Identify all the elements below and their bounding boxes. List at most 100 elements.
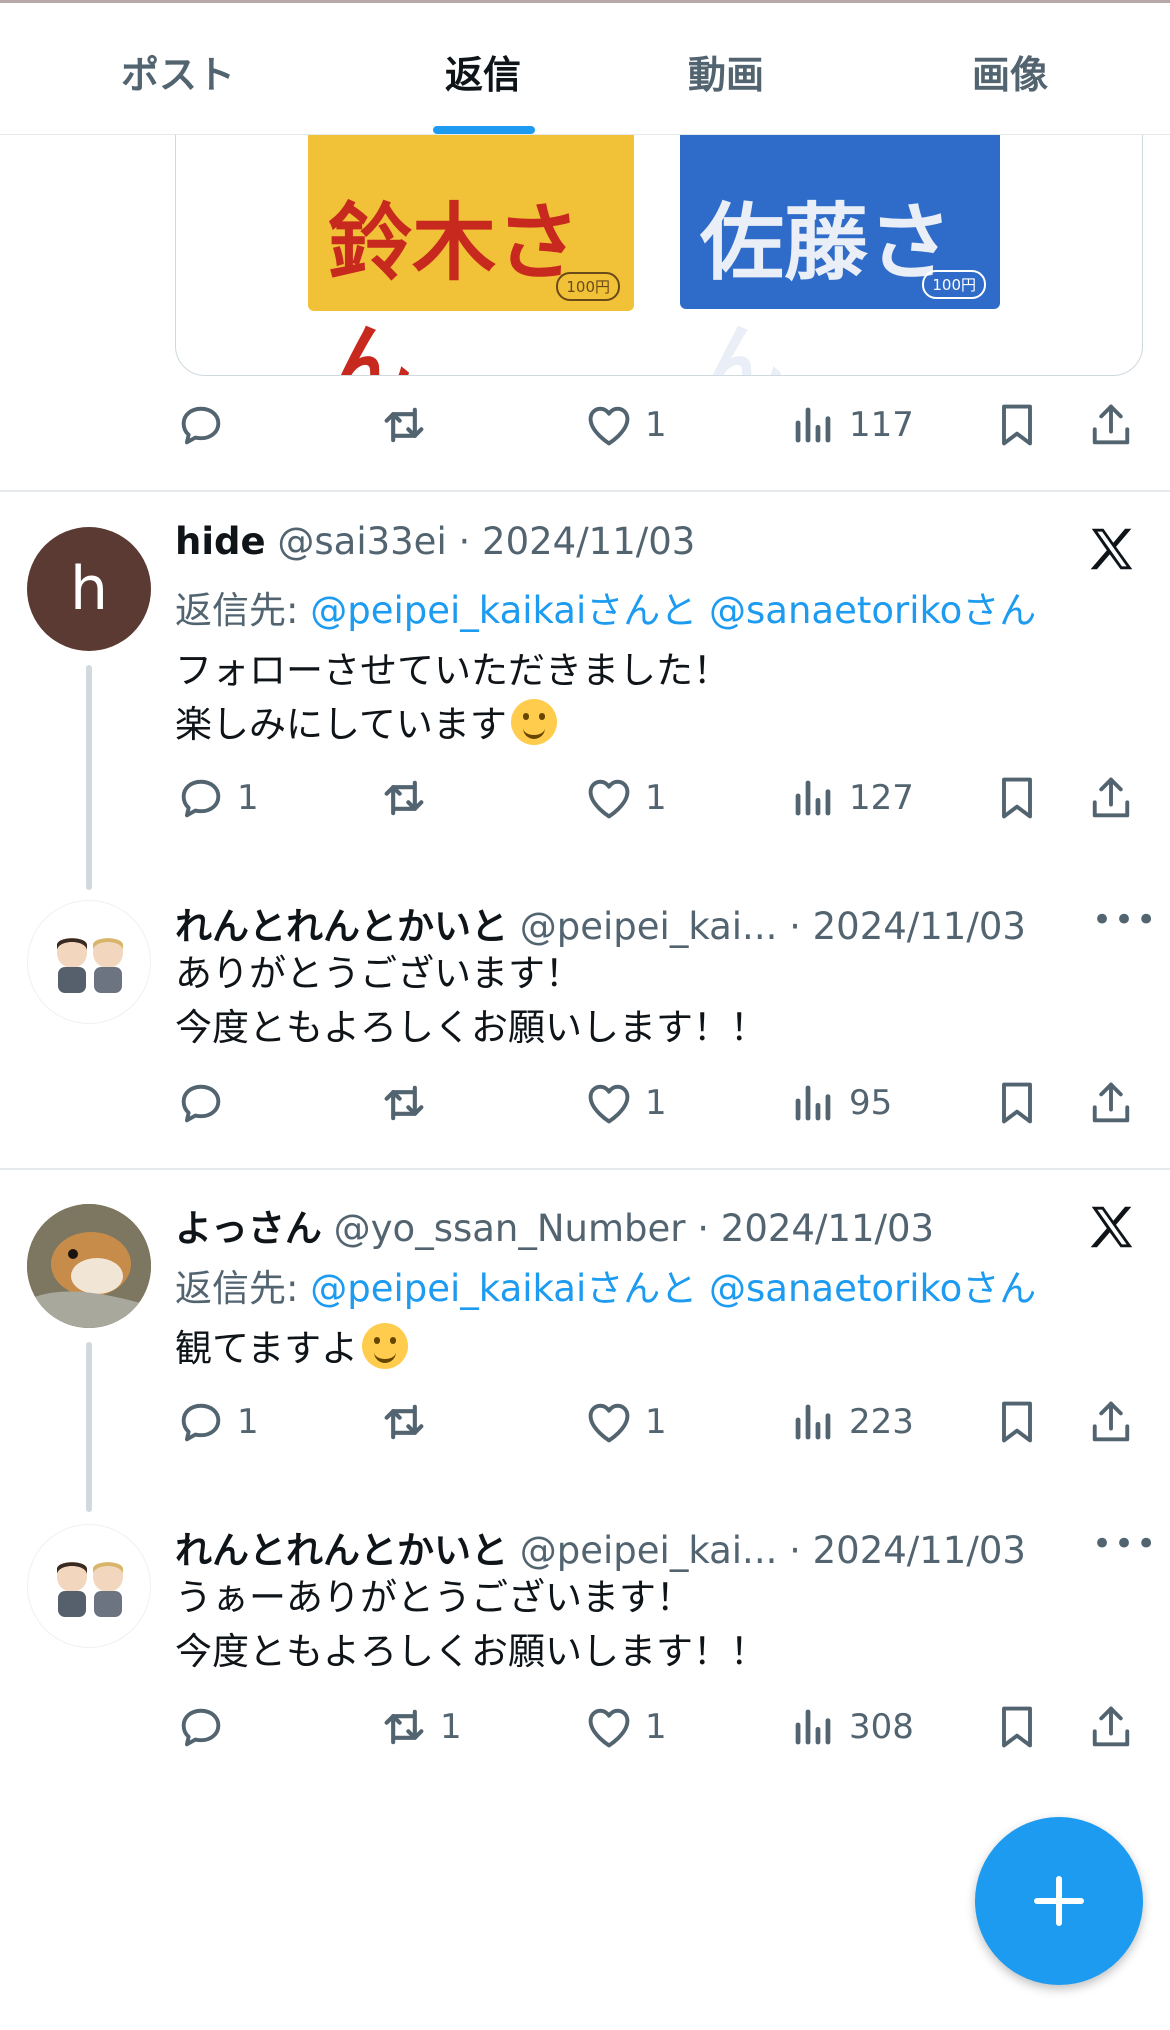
views-count: 127 bbox=[849, 778, 914, 818]
views-button[interactable]: 223 bbox=[787, 1392, 914, 1452]
repost-button[interactable] bbox=[378, 1073, 430, 1133]
two-kids-avatar-icon bbox=[57, 938, 123, 993]
views-button[interactable]: 127 bbox=[787, 768, 914, 828]
post-text: フォローさせていただきました！ 楽しみにしています bbox=[175, 649, 730, 746]
tab-posts[interactable]: ポスト bbox=[121, 44, 235, 99]
post-date[interactable]: 2024/11/03 bbox=[813, 905, 1026, 948]
bookmark-button[interactable] bbox=[991, 1073, 1043, 1133]
reply-button[interactable]: 1 bbox=[175, 768, 259, 828]
hamster-avatar-icon bbox=[27, 1204, 151, 1328]
bookmark-button[interactable] bbox=[991, 395, 1043, 455]
reply-button[interactable] bbox=[175, 1697, 227, 1757]
post-date[interactable]: 2024/11/03 bbox=[482, 520, 695, 563]
views-button[interactable]: 117 bbox=[787, 395, 914, 455]
more-options-button[interactable]: ••• bbox=[1092, 1524, 1158, 1564]
top-edge-line bbox=[0, 0, 1170, 3]
share-button[interactable] bbox=[1085, 1073, 1137, 1133]
share-button[interactable] bbox=[1085, 1697, 1137, 1757]
thread-line bbox=[86, 665, 92, 890]
post-text: うぁーありがとうございます！ 今度ともよろしくお願いします！！ bbox=[175, 1576, 767, 1673]
bookmark-icon bbox=[991, 1396, 1043, 1448]
display-name[interactable]: れんとれんとかいと bbox=[175, 905, 508, 948]
share-icon bbox=[1085, 772, 1137, 824]
reply-icon bbox=[175, 1077, 227, 1129]
heart-icon bbox=[583, 1701, 635, 1753]
display-name[interactable]: hide bbox=[175, 520, 266, 563]
reply-button[interactable] bbox=[175, 395, 227, 455]
views-button[interactable]: 95 bbox=[787, 1073, 892, 1133]
like-button[interactable]: 1 bbox=[583, 395, 667, 455]
post-text: ありがとうございます！ 今度ともよろしくお願いします！！ bbox=[175, 952, 767, 1049]
like-button[interactable]: 1 bbox=[583, 1697, 667, 1757]
post-header: れんとれんとかいと @peipei_kai... · 2024/11/03 bbox=[175, 1529, 1026, 1572]
views-count: 117 bbox=[849, 405, 914, 445]
avatar[interactable] bbox=[27, 1204, 151, 1328]
avatar[interactable] bbox=[27, 1524, 151, 1648]
share-icon bbox=[1085, 1701, 1137, 1753]
bookmark-button[interactable] bbox=[991, 768, 1043, 828]
user-handle[interactable]: @sai33ei bbox=[277, 520, 446, 563]
bookmark-icon bbox=[991, 1701, 1043, 1753]
user-handle[interactable]: @peipei_kai... bbox=[520, 905, 778, 948]
repost-icon bbox=[378, 1077, 430, 1129]
repost-icon bbox=[378, 772, 430, 824]
display-name[interactable]: れんとれんとかいと bbox=[175, 1529, 508, 1572]
mention-link[interactable]: @sanaetoriko bbox=[709, 1267, 962, 1310]
views-button[interactable]: 308 bbox=[787, 1697, 914, 1757]
x-logo-icon bbox=[1085, 522, 1139, 576]
post-date[interactable]: 2024/11/03 bbox=[721, 1207, 934, 1250]
reply-icon bbox=[175, 772, 227, 824]
compose-button[interactable] bbox=[975, 1817, 1143, 1985]
post-header: よっさん @yo_ssan_Number · 2024/11/03 bbox=[175, 1207, 935, 1250]
smiling-face-emoji bbox=[510, 699, 557, 745]
post-actions: 1 1 308 bbox=[175, 1697, 1145, 1757]
repost-button[interactable]: 1 bbox=[378, 1697, 462, 1757]
share-button[interactable] bbox=[1085, 1392, 1137, 1452]
views-icon bbox=[787, 772, 839, 824]
user-handle[interactable]: @yo_ssan_Number bbox=[334, 1207, 686, 1250]
tab-videos[interactable]: 動画 bbox=[688, 44, 764, 99]
mention-link[interactable]: @peipei_kaikai bbox=[310, 589, 586, 632]
like-button[interactable]: 1 bbox=[583, 1392, 667, 1452]
profile-tab-bar: ポスト 返信 動画 画像 bbox=[0, 0, 1170, 135]
repost-button[interactable] bbox=[378, 768, 430, 828]
reply-button[interactable] bbox=[175, 1073, 227, 1133]
repost-icon bbox=[378, 1396, 430, 1448]
suzuki-price-tag: 100円 bbox=[556, 272, 620, 301]
repost-button[interactable] bbox=[378, 395, 430, 455]
avatar[interactable] bbox=[27, 900, 151, 1024]
reply-icon bbox=[175, 1396, 227, 1448]
heart-icon bbox=[583, 1396, 635, 1448]
share-button[interactable] bbox=[1085, 768, 1137, 828]
avatar[interactable]: h bbox=[27, 527, 151, 651]
repost-button[interactable] bbox=[378, 1392, 430, 1452]
more-options-button[interactable]: ••• bbox=[1092, 900, 1158, 940]
heart-icon bbox=[583, 772, 635, 824]
user-handle[interactable]: @peipei_kai... bbox=[520, 1529, 778, 1572]
reply-count: 1 bbox=[237, 778, 259, 818]
views-icon bbox=[787, 1701, 839, 1753]
views-count: 223 bbox=[849, 1402, 914, 1442]
grinning-face-emoji bbox=[362, 1323, 409, 1369]
views-count: 95 bbox=[849, 1083, 893, 1123]
heart-icon bbox=[583, 1077, 635, 1129]
suzuki-box-image: 鈴木さん 100円 bbox=[308, 121, 634, 375]
bookmark-icon bbox=[991, 1077, 1043, 1129]
mention-link[interactable]: @sanaetoriko bbox=[709, 589, 962, 632]
plus-icon bbox=[1034, 1876, 1084, 1926]
like-button[interactable]: 1 bbox=[583, 1073, 667, 1133]
post-date[interactable]: 2024/11/03 bbox=[813, 1529, 1026, 1572]
like-count: 1 bbox=[645, 1402, 667, 1442]
bookmark-button[interactable] bbox=[991, 1392, 1043, 1452]
post-header: hide @sai33ei · 2024/11/03 bbox=[175, 520, 696, 563]
tab-replies[interactable]: 返信 bbox=[445, 44, 521, 99]
tab-images[interactable]: 画像 bbox=[972, 44, 1048, 99]
sato-box-image: 佐藤さん 100円 bbox=[680, 121, 1000, 375]
share-button[interactable] bbox=[1085, 395, 1137, 455]
like-button[interactable]: 1 bbox=[583, 768, 667, 828]
like-count: 1 bbox=[645, 1707, 667, 1747]
reply-button[interactable]: 1 bbox=[175, 1392, 259, 1452]
bookmark-button[interactable] bbox=[991, 1697, 1043, 1757]
mention-link[interactable]: @peipei_kaikai bbox=[310, 1267, 586, 1310]
display-name[interactable]: よっさん bbox=[175, 1207, 322, 1250]
